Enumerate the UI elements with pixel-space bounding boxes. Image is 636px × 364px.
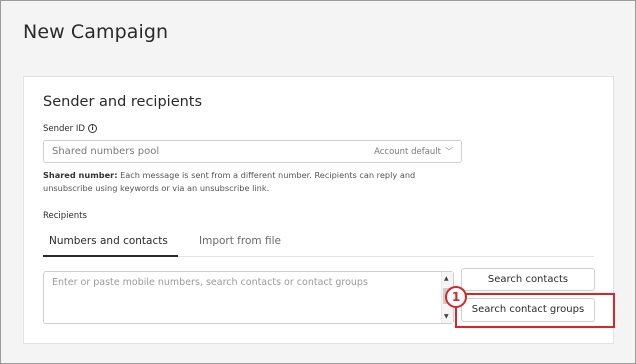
recipients-placeholder: Enter or paste mobile numbers, search co… — [52, 277, 368, 288]
arrow-up-icon[interactable]: ▲ — [444, 275, 449, 282]
highlight-box — [455, 293, 615, 328]
tab-import-from-file[interactable]: Import from file — [199, 235, 281, 247]
account-default-hint: Account default — [374, 147, 441, 157]
info-icon[interactable]: i — [88, 124, 97, 133]
section-title: Sender and recipients — [43, 94, 203, 110]
search-contacts-button[interactable]: Search contacts — [461, 268, 595, 291]
tab-numbers-and-contacts[interactable]: Numbers and contacts — [43, 235, 178, 257]
step-badge: 1 — [445, 286, 467, 308]
sender-id-select[interactable]: Shared numbers pool Account default ﹀ — [43, 140, 462, 163]
recipients-input[interactable]: Enter or paste mobile numbers, search co… — [43, 271, 454, 324]
chevron-down-icon: ﹀ — [445, 147, 453, 156]
recipient-tabs: Numbers and contacts Import from file — [43, 230, 594, 257]
window-frame: New Campaign Sender and recipients Sende… — [0, 0, 636, 364]
shared-number-help: Shared number: Each message is sent from… — [43, 169, 423, 195]
recipients-label: Recipients — [43, 211, 87, 221]
sender-id-label: Sender ID — [43, 124, 85, 134]
sender-id-value: Shared numbers pool — [52, 146, 160, 157]
page-title: New Campaign — [23, 21, 169, 43]
arrow-down-icon[interactable]: ▼ — [444, 313, 449, 320]
help-strong: Shared number: — [43, 170, 118, 180]
